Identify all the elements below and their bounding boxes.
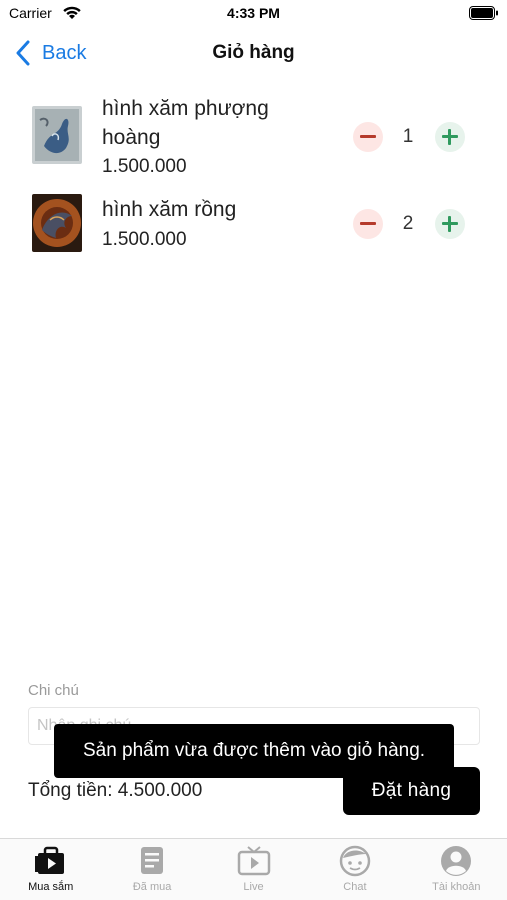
cart-item[interactable]: hình xăm phượng hoàng 1.500.000 1 — [0, 92, 507, 182]
product-price: 1.500.000 — [102, 156, 187, 177]
play-bag-icon — [34, 846, 64, 874]
tab-label: Chat — [343, 881, 367, 893]
quantity-value: 1 — [402, 126, 414, 147]
tab-bar: Mua sắm Đã mua Live Chat Tài khoản — [0, 838, 507, 900]
status-bar: Carrier 4:33 PM — [0, 0, 507, 28]
page-title: Giỏ hàng — [212, 42, 295, 63]
cart-item[interactable]: hình xăm rồng 1.500.000 2 — [0, 188, 507, 258]
product-name: hình xăm rồng — [102, 198, 237, 221]
decrease-quantity-button[interactable] — [353, 122, 383, 152]
quantity-value: 2 — [402, 213, 414, 234]
tab-label: Tài khoản — [432, 881, 481, 893]
tab-label: Đã mua — [132, 881, 172, 893]
document-icon — [141, 847, 164, 874]
note-label: Chi chú — [28, 682, 79, 699]
tab-live[interactable]: Live — [203, 839, 304, 900]
toast-message: Sản phẩm vừa được thêm vào giỏ hàng. — [54, 724, 454, 778]
increase-quantity-button[interactable] — [435, 209, 465, 239]
tab-shopping[interactable]: Mua sắm — [0, 839, 101, 900]
tab-purchased[interactable]: Đã mua — [101, 839, 202, 900]
navigation-bar: Back Giỏ hàng — [0, 28, 507, 78]
product-price: 1.500.000 — [102, 229, 187, 250]
total-amount: Tổng tiền: 4.500.000 — [28, 780, 203, 801]
product-name: hình xăm phượng hoàng — [102, 97, 269, 149]
tab-chat[interactable]: Chat — [304, 839, 405, 900]
face-icon — [339, 845, 371, 877]
tv-icon — [237, 846, 270, 876]
clock: 4:33 PM — [227, 5, 280, 21]
product-image-phoenix-tattoo[interactable] — [32, 106, 82, 164]
product-image-dragon-tattoo[interactable] — [32, 194, 82, 252]
battery-icon — [469, 6, 498, 20]
increase-quantity-button[interactable] — [435, 122, 465, 152]
tab-account[interactable]: Tài khoản — [406, 839, 507, 900]
tab-label: Live — [243, 881, 264, 893]
decrease-quantity-button[interactable] — [353, 209, 383, 239]
user-icon — [441, 846, 472, 876]
tab-label: Mua sắm — [28, 881, 74, 893]
